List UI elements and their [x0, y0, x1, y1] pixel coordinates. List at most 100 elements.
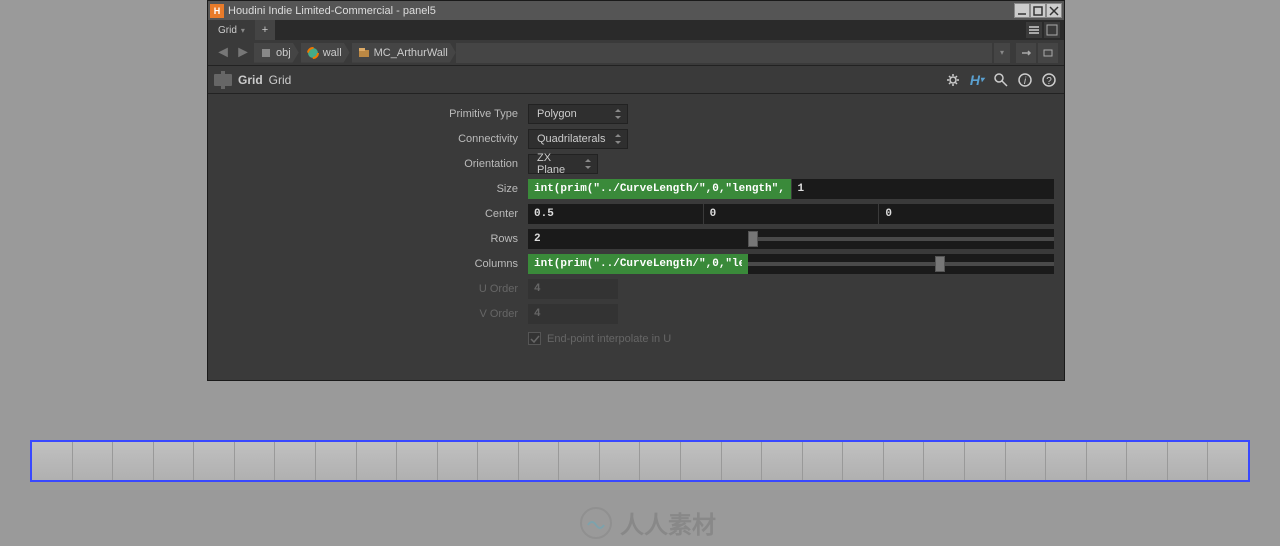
maximize-button[interactable]	[1030, 3, 1046, 18]
grid-cell	[194, 442, 235, 480]
grid-cell	[600, 442, 641, 480]
orientation-dropdown[interactable]: ZX Plane	[528, 154, 598, 174]
grid-cell	[924, 442, 965, 480]
columns-field[interactable]	[528, 254, 748, 274]
param-label: Primitive Type	[208, 108, 528, 120]
pane-maximize-icon[interactable]	[1044, 22, 1060, 38]
nav-back-button[interactable]: ◄	[214, 44, 232, 62]
v-order-field	[528, 304, 618, 324]
primitive-type-dropdown[interactable]: Polygon	[528, 104, 628, 124]
grid-cell	[478, 442, 519, 480]
window-title: Houdini Indie Limited-Commercial - panel…	[228, 5, 436, 17]
node-name-field[interactable]: Grid	[269, 73, 938, 87]
end-interp-checkbox	[528, 332, 541, 345]
grid-cell	[1046, 442, 1087, 480]
svg-text:?: ?	[1046, 76, 1052, 87]
param-label: Center	[208, 208, 528, 220]
tab-label: Grid	[218, 25, 237, 36]
center-z-field[interactable]	[879, 204, 1054, 224]
watermark-text: 人人素材	[620, 505, 716, 540]
viewport-grid-mesh[interactable]	[30, 440, 1250, 482]
grid-cell	[519, 442, 560, 480]
nav-forward-button[interactable]: ►	[234, 44, 252, 62]
param-label: Connectivity	[208, 133, 528, 145]
checkbox-label: End-point interpolate in U	[547, 333, 671, 345]
param-label: Rows	[208, 233, 528, 245]
grid-cell	[438, 442, 479, 480]
tab-dropdown-icon[interactable]: ▾	[241, 26, 245, 35]
minimize-button[interactable]	[1014, 3, 1030, 18]
help-icon[interactable]: ?	[1040, 71, 1058, 89]
size-x-field[interactable]	[528, 179, 791, 199]
titlebar[interactable]: H Houdini Indie Limited-Commercial - pan…	[208, 1, 1064, 20]
param-label: Columns	[208, 258, 528, 270]
size-y-field[interactable]	[792, 179, 1055, 199]
parameter-panel: Primitive Type Polygon Connectivity Quad…	[208, 94, 1064, 360]
grid-cell	[1208, 442, 1248, 480]
gear-icon[interactable]	[944, 71, 962, 89]
pane-menu-icon[interactable]	[1026, 22, 1042, 38]
find-button[interactable]	[1038, 43, 1058, 63]
grid-cell	[1087, 442, 1128, 480]
breadcrumb-label: wall	[323, 47, 342, 59]
grid-cell	[884, 442, 925, 480]
grid-cell	[113, 442, 154, 480]
subnet-icon	[358, 47, 370, 59]
grid-cell	[1127, 442, 1168, 480]
grid-cell	[722, 442, 763, 480]
param-label: Orientation	[208, 158, 528, 170]
pin-button[interactable]	[1016, 43, 1036, 63]
info-icon[interactable]: i	[1016, 71, 1034, 89]
grid-cell	[73, 442, 114, 480]
houdini-window: H Houdini Indie Limited-Commercial - pan…	[207, 0, 1065, 381]
grid-cell	[559, 442, 600, 480]
network-icon	[260, 47, 272, 59]
breadcrumb-fill[interactable]	[456, 43, 992, 63]
breadcrumb-label: obj	[276, 47, 291, 59]
tab-add-button[interactable]: +	[255, 20, 275, 40]
columns-slider[interactable]	[748, 254, 1054, 274]
rows-field[interactable]	[528, 229, 748, 249]
close-button[interactable]	[1046, 3, 1062, 18]
grid-cell	[154, 442, 195, 480]
tab-bar: Grid ▾ +	[208, 20, 1064, 40]
grid-cell	[32, 442, 73, 480]
breadcrumb-wall[interactable]: wall	[301, 43, 350, 63]
breadcrumb-bar: ◄ ► obj wall MC_ArthurWall ▾	[208, 40, 1064, 66]
u-order-field	[528, 279, 618, 299]
connectivity-dropdown[interactable]: Quadrilaterals	[528, 129, 628, 149]
breadcrumb-dropdown[interactable]: ▾	[994, 43, 1010, 63]
breadcrumb-label: MC_ArthurWall	[374, 47, 448, 59]
geo-icon	[307, 47, 319, 59]
grid-node-icon	[214, 74, 232, 86]
grid-cell	[275, 442, 316, 480]
rows-slider[interactable]	[748, 229, 1054, 249]
hscript-icon[interactable]: H▾	[968, 71, 986, 89]
node-type-label: Grid	[238, 73, 263, 87]
slider-thumb[interactable]	[935, 256, 945, 272]
tab-grid[interactable]: Grid ▾	[208, 20, 255, 40]
grid-cell	[681, 442, 722, 480]
breadcrumb-subnet[interactable]: MC_ArthurWall	[352, 43, 456, 63]
grid-cell	[803, 442, 844, 480]
grid-cell	[1006, 442, 1047, 480]
grid-cell	[397, 442, 438, 480]
grid-cell	[640, 442, 681, 480]
breadcrumb-root[interactable]: obj	[254, 43, 299, 63]
grid-cell	[1168, 442, 1209, 480]
search-icon[interactable]	[992, 71, 1010, 89]
grid-cell	[357, 442, 398, 480]
grid-cell	[965, 442, 1006, 480]
param-label: Size	[208, 183, 528, 195]
param-label: U Order	[208, 283, 528, 295]
grid-cell	[843, 442, 884, 480]
center-y-field[interactable]	[704, 204, 879, 224]
grid-cell	[235, 442, 276, 480]
node-header: Grid Grid H▾ i ?	[208, 66, 1064, 94]
watermark: 人人素材	[580, 505, 716, 540]
slider-thumb[interactable]	[748, 231, 758, 247]
center-x-field[interactable]	[528, 204, 703, 224]
watermark-logo-icon	[580, 507, 612, 539]
grid-cell	[316, 442, 357, 480]
param-label: V Order	[208, 308, 528, 320]
